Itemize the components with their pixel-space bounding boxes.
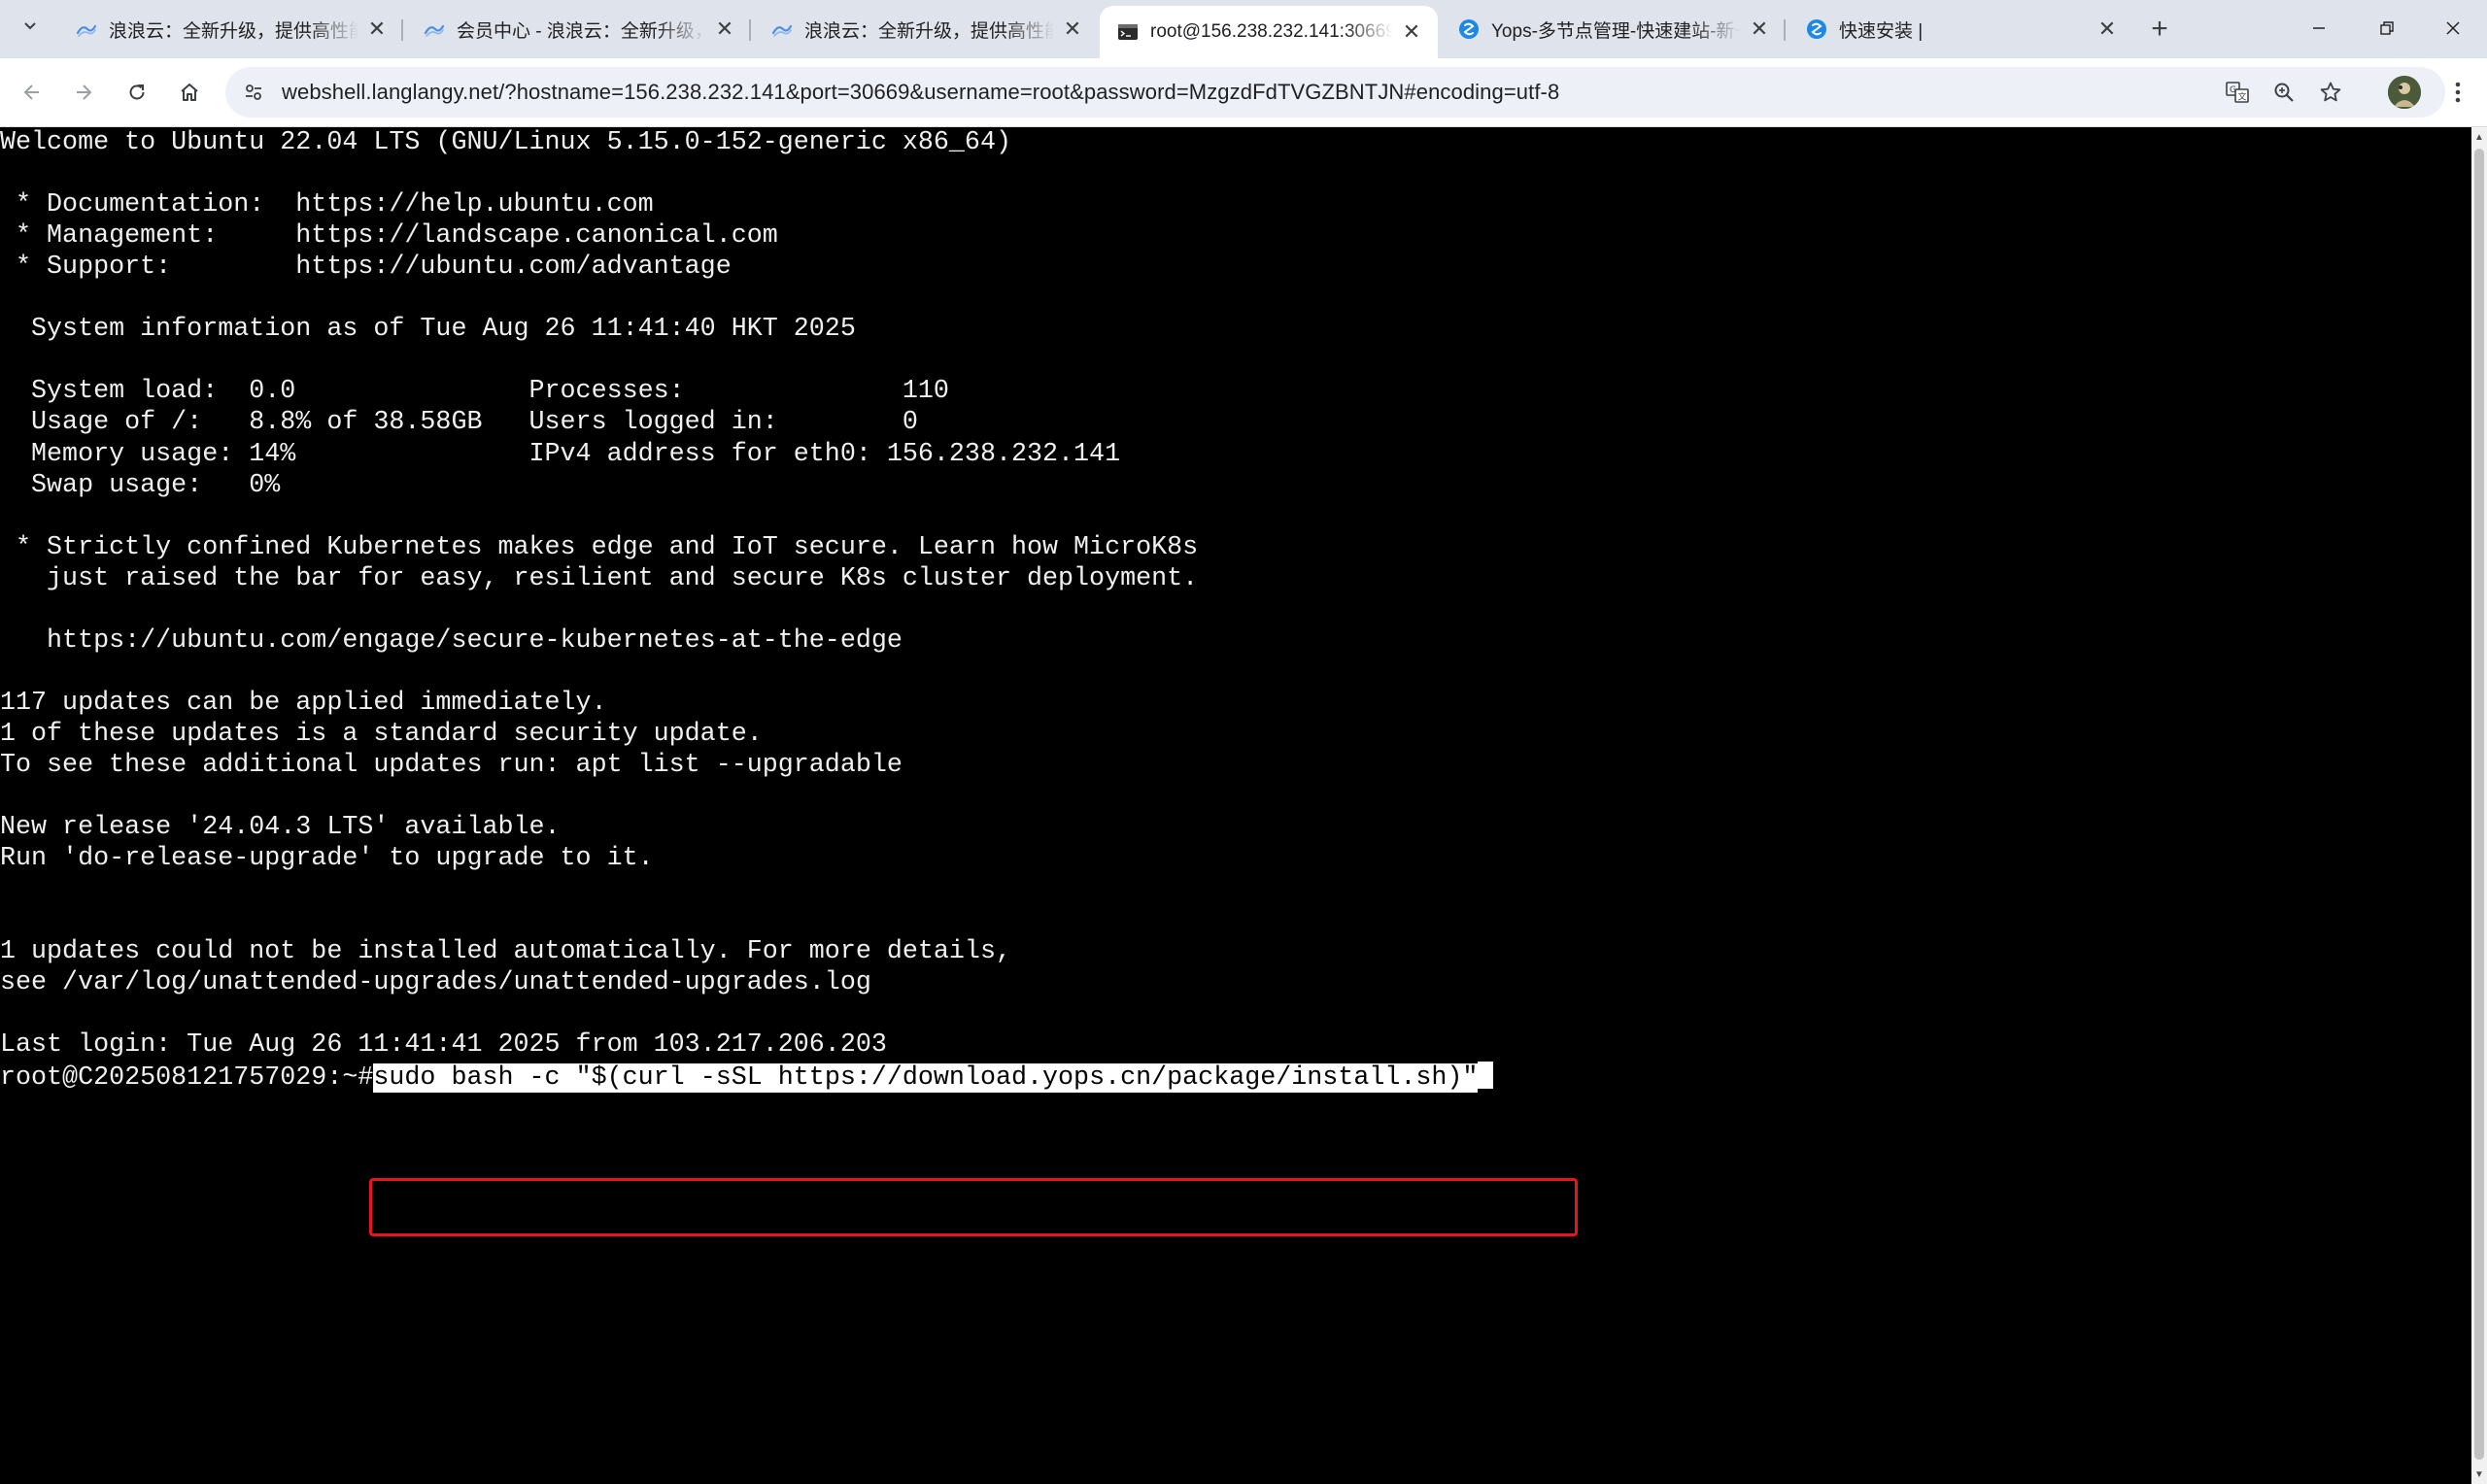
restore-icon [2380, 21, 2394, 35]
avatar-icon [2388, 76, 2421, 109]
browser-toolbar: webshell.langlangy.net/?hostname=156.238… [0, 58, 2487, 127]
terminal-line: Memory usage: 14% IPv4 address for eth0:… [0, 439, 1121, 469]
site-info-button[interactable] [237, 76, 270, 109]
zoom-button[interactable] [2267, 76, 2300, 109]
star-icon [2320, 82, 2341, 102]
translate-button[interactable]: G文 [2221, 76, 2254, 109]
bookmark-button[interactable] [2314, 76, 2347, 109]
tune-icon [246, 84, 261, 100]
terminal-icon [1117, 21, 1139, 43]
arrow-left-icon [23, 84, 39, 100]
yops-logo-icon [1806, 18, 1827, 40]
terminal-line: 117 updates can be applied immediately. [0, 688, 607, 718]
browser-tab[interactable]: 快速安装 | ✕ [1789, 8, 2133, 51]
terminal-line: Last login: Tue Aug 26 11:41:41 2025 fro… [0, 1030, 887, 1061]
cloud-wave-icon [76, 18, 97, 40]
tab-title: 浪浪云：全新升级，提供高性能 [109, 20, 358, 42]
terminal-line: see /var/log/unattended-upgrades/unatten… [0, 968, 871, 998]
terminal-line: * Support: https://ubuntu.com/advantage [0, 253, 732, 283]
scroll-up-arrow[interactable]: ▲ [2471, 129, 2487, 145]
scroll-down-arrow[interactable]: ▼ [2471, 1467, 2487, 1482]
terminal-line: New release '24.04.3 LTS' available. [0, 813, 561, 843]
cloud-wave-icon [771, 18, 793, 40]
text-cursor [1478, 1061, 1494, 1089]
terminal-line: https://ubuntu.com/engage/secure-kuberne… [0, 625, 903, 656]
command-highlight-box [369, 1178, 1578, 1236]
terminal-line: Welcome to Ubuntu 22.04 LTS (GNU/Linux 5… [0, 128, 1011, 157]
reload-icon [129, 84, 145, 100]
tab-separator [1784, 19, 1786, 41]
terminal-line: System information as of Tue Aug 26 11:4… [0, 315, 856, 345]
close-icon [2446, 21, 2460, 35]
plus-icon: + [2151, 13, 2168, 45]
terminal-line: 1 updates could not be installed automat… [0, 937, 1011, 967]
address-bar[interactable]: webshell.langlangy.net/?hostname=156.238… [225, 67, 2445, 118]
shell-prompt: root@C202508121757029:~# [0, 1062, 374, 1093]
tab-search-button[interactable] [14, 12, 47, 45]
tab-title: 快速安装 | [1839, 20, 1924, 42]
prompt-line[interactable]: root@C202508121757029:~#sudo bash -c "$(… [0, 1061, 1494, 1093]
reload-button[interactable] [117, 72, 157, 113]
arrow-right-icon [77, 84, 92, 100]
browser-tab[interactable]: 浪浪云：全新升级，提供高性能 ✕ [754, 8, 1099, 51]
terminal-scrollbar[interactable]: ▲ ▼ [2471, 127, 2487, 1484]
tab-title: 浪浪云：全新升级，提供高性能 [804, 20, 1054, 42]
new-tab-button[interactable]: + [2140, 12, 2179, 47]
more-vert-icon [2455, 82, 2461, 103]
terminal-line: * Strictly confined Kubernetes makes edg… [0, 532, 1199, 562]
tab-close-button[interactable]: ✕ [364, 17, 390, 42]
minimize-icon [2313, 27, 2325, 29]
browser-tab[interactable]: Yops-多节点管理-快速建站-新一 ✕ [1441, 8, 1786, 51]
scrollbar-thumb[interactable] [2474, 149, 2484, 1460]
tab-close-button[interactable]: ✕ [1060, 17, 1085, 42]
terminal-line: 1 of these updates is a standard securit… [0, 719, 763, 749]
tab-separator [749, 19, 751, 41]
tab-close-button[interactable]: ✕ [2095, 17, 2120, 42]
tab-strip: 浪浪云：全新升级，提供高性能 ✕ 会员中心 - 浪浪云：全新升级， ✕ 浪浪云：全新升级… [0, 0, 2487, 58]
terminal-line: just raised the bar for easy, resilient … [0, 563, 1199, 593]
browser-menu-button[interactable] [2440, 72, 2475, 113]
tab-title: root@156.238.232.141:30669 [1150, 21, 1393, 42]
terminal-line: Usage of /: 8.8% of 38.58GB Users logged… [0, 408, 918, 438]
terminal-line: To see these additional updates run: apt… [0, 751, 903, 780]
terminal-line: Swap usage: 0% [0, 470, 281, 500]
url-text[interactable]: webshell.langlangy.net/?hostname=156.238… [282, 80, 1559, 105]
tab-close-button[interactable]: ✕ [712, 17, 737, 42]
terminal-line: * Documentation: https://help.ubuntu.com [0, 190, 654, 220]
profile-avatar[interactable] [2388, 76, 2421, 109]
close-window-button[interactable] [2419, 0, 2487, 56]
browser-tab[interactable]: 会员中心 - 浪浪云：全新升级， ✕ [406, 8, 751, 51]
yops-logo-icon [1458, 18, 1480, 40]
zoom-icon [2274, 83, 2294, 102]
terminal-line: * Management: https://landscape.canonica… [0, 221, 778, 252]
tab-close-button[interactable]: ✕ [1399, 19, 1424, 45]
command-input[interactable]: sudo bash -c "$(curl -sSL https://downlo… [373, 1062, 1479, 1093]
tab-title: 会员中心 - 浪浪云：全新升级， [457, 20, 706, 42]
minimize-button[interactable] [2285, 0, 2353, 56]
terminal-line: System load: 0.0 Processes: 110 [0, 377, 949, 407]
home-icon [181, 84, 198, 101]
browser-tab[interactable]: root@156.238.232.141:30669 ✕ [1100, 6, 1438, 58]
browser-tab[interactable]: 浪浪云：全新升级，提供高性能 ✕ [58, 8, 403, 51]
terminal-screen[interactable]: Welcome to Ubuntu 22.04 LTS (GNU/Linux 5… [0, 127, 2471, 1484]
svg-text:文: 文 [2238, 91, 2247, 103]
forward-button[interactable] [63, 72, 104, 113]
chevron-down-icon [21, 17, 39, 40]
home-button[interactable] [169, 72, 210, 113]
restore-button[interactable] [2353, 0, 2421, 56]
tab-separator [401, 19, 403, 41]
tab-close-button[interactable]: ✕ [1747, 17, 1772, 42]
cloud-wave-icon [424, 18, 445, 40]
back-button[interactable] [12, 72, 52, 113]
translate-icon: G文 [2226, 82, 2249, 103]
tab-title: Yops-多节点管理-快速建站-新一 [1491, 20, 1741, 42]
terminal-line: Run 'do-release-upgrade' to upgrade to i… [0, 844, 654, 874]
